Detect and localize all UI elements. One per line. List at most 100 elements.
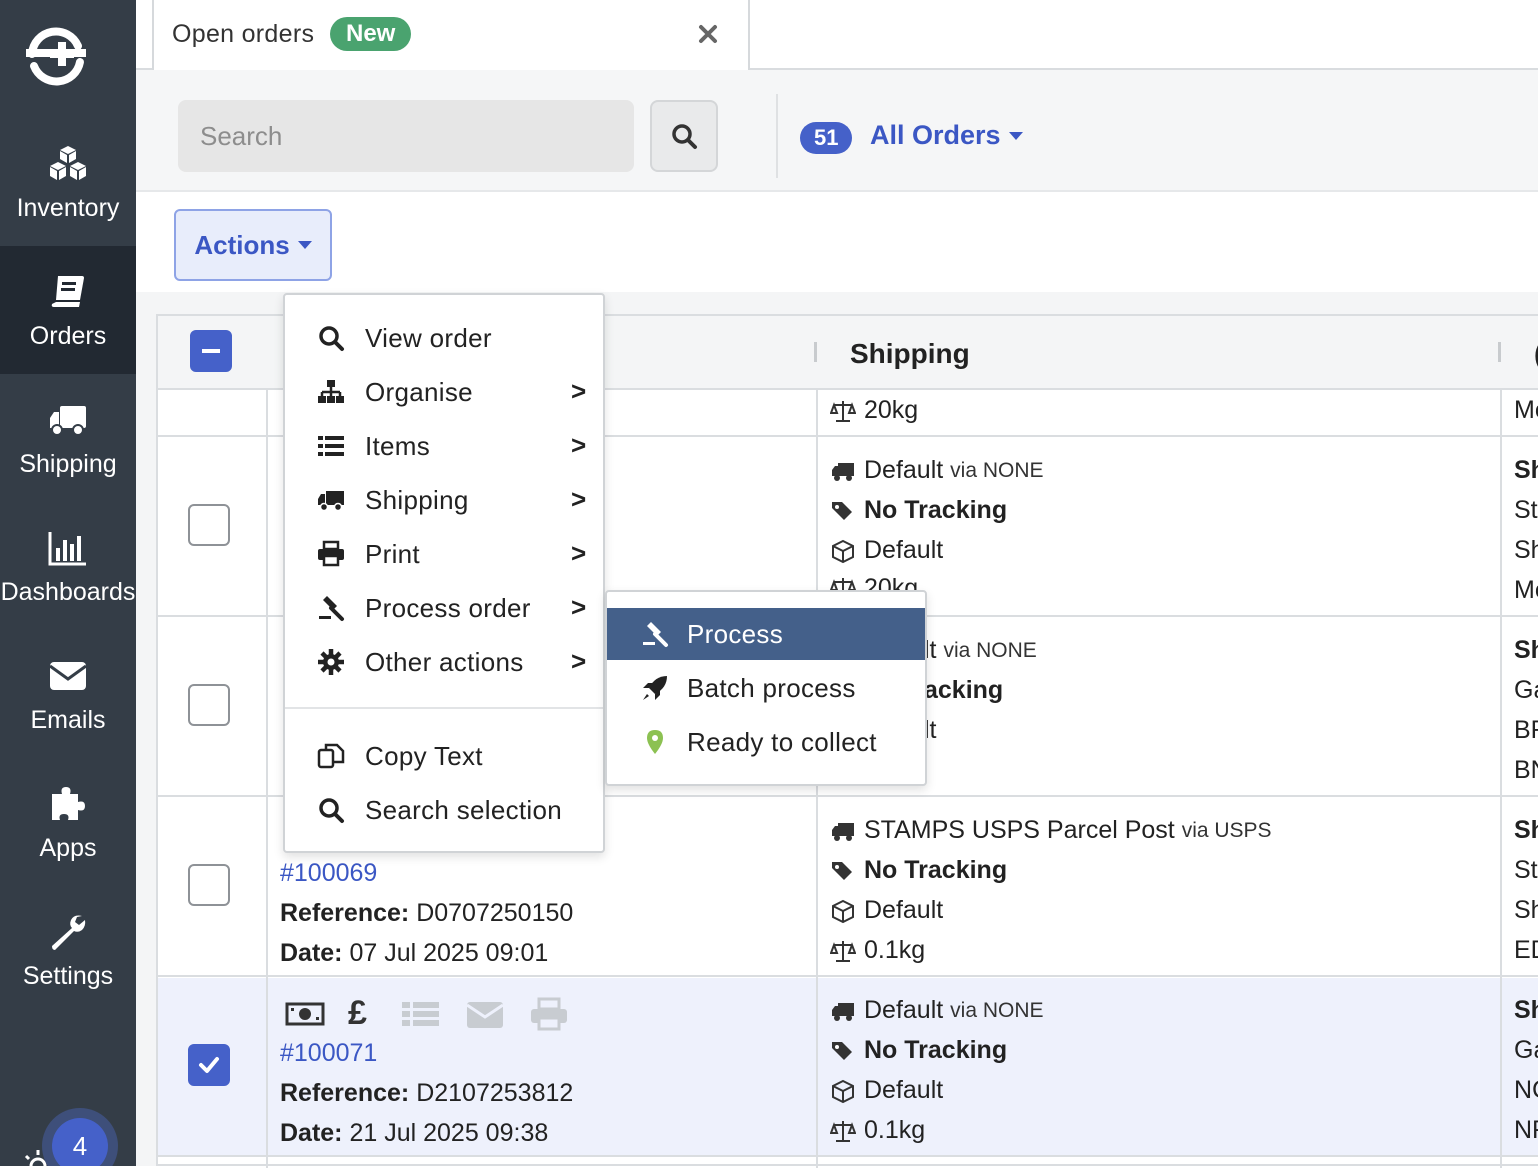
- search-input[interactable]: [178, 100, 634, 172]
- notification-count-badge[interactable]: 4: [52, 1118, 108, 1166]
- tab-bar: Open orders New: [136, 0, 1538, 70]
- printer-icon: [318, 540, 344, 567]
- gavel-icon: [643, 622, 668, 647]
- shipping-service: Default via NONE: [830, 456, 1044, 485]
- process-order-submenu: Process Batch process Ready to collect: [605, 590, 927, 786]
- tags-icon: [832, 501, 852, 520]
- tracking-status: acking: [924, 676, 1004, 704]
- sidebar-item-dashboards[interactable]: Dashboards: [0, 502, 136, 630]
- sidebar-item-label: Shipping: [19, 449, 117, 478]
- submenu-arrow: >: [571, 538, 587, 568]
- shipping-weight: 0.1kg: [830, 936, 925, 965]
- sidebar-item-apps[interactable]: Apps: [0, 758, 136, 886]
- check-icon: [199, 1057, 219, 1073]
- row-checkbox[interactable]: [188, 684, 230, 726]
- package-type: Default: [830, 536, 943, 565]
- copy-icon: [317, 743, 345, 769]
- order-status-icons: £: [284, 994, 570, 1033]
- new-badge: New: [330, 17, 412, 51]
- menu-item-shipping[interactable]: Shipping >: [285, 473, 603, 527]
- submenu-item-ready-to-collect[interactable]: Ready to collect: [607, 716, 925, 768]
- shipping-service: lt via NONE: [924, 636, 1037, 664]
- submenu-item-batch-process[interactable]: Batch process: [607, 662, 925, 714]
- list-icon[interactable]: [400, 996, 442, 1032]
- cell-text: Sh: [1514, 536, 1538, 564]
- pound-icon[interactable]: £: [348, 994, 378, 1033]
- menu-item-search-selection[interactable]: Search selection: [285, 783, 603, 837]
- toolbar: 51 All Orders: [136, 70, 1538, 192]
- sidebar-item-settings[interactable]: Settings: [0, 886, 136, 1014]
- scale-icon: [830, 1120, 856, 1142]
- column-divider: [266, 388, 268, 1168]
- menu-item-view-order[interactable]: View order: [285, 311, 603, 365]
- gavel-icon: [319, 596, 344, 621]
- cell-text: Ste: [1514, 496, 1538, 524]
- row-checkbox[interactable]: [188, 864, 230, 906]
- scale-icon: [830, 400, 856, 422]
- close-icon[interactable]: [694, 20, 722, 48]
- submenu-arrow: >: [571, 646, 587, 676]
- tags-icon: [832, 861, 852, 880]
- search-button[interactable]: [650, 100, 718, 172]
- row-checkbox[interactable]: [188, 504, 230, 546]
- row-checkbox[interactable]: [188, 1044, 230, 1086]
- cell-text: Ga: [1514, 1036, 1538, 1064]
- sidebar-item-label: Inventory: [16, 193, 120, 222]
- submenu-arrow: >: [571, 430, 587, 460]
- actions-button[interactable]: Actions: [174, 209, 332, 281]
- brand-logo-icon[interactable]: [22, 18, 90, 90]
- menu-item-other-actions[interactable]: Other actions >: [285, 635, 603, 689]
- printer-icon[interactable]: [528, 996, 570, 1032]
- tracking-status: No Tracking: [830, 1036, 1007, 1065]
- sidebar-item-orders[interactable]: Orders: [0, 246, 136, 374]
- tab-open-orders[interactable]: Open orders New: [152, 0, 750, 70]
- chevron-down-icon: [1008, 131, 1023, 140]
- cell-text: Sh: [1514, 996, 1538, 1024]
- menu-item-items[interactable]: Items >: [285, 419, 603, 473]
- all-orders-filter[interactable]: All Orders: [870, 120, 1023, 151]
- shipping-weight: 0.1kg: [830, 1116, 925, 1145]
- order-number-link[interactable]: #100069: [280, 859, 377, 888]
- sidebar: Inventory Orders Shipping Dashboards Ema…: [0, 0, 136, 1166]
- menu-item-copy-text[interactable]: Copy Text: [285, 729, 603, 783]
- sidebar-item-inventory[interactable]: Inventory: [0, 118, 136, 246]
- truck-icon: [832, 462, 854, 481]
- minus-icon: [202, 349, 220, 353]
- next-column-header[interactable]: (: [1534, 338, 1538, 370]
- cell-text: Sh: [1514, 896, 1538, 924]
- gear-icon: [318, 649, 344, 675]
- submenu-arrow: >: [571, 592, 587, 622]
- box-icon: [832, 1079, 854, 1103]
- select-all-checkbox[interactable]: [190, 330, 232, 372]
- tags-icon: [832, 1041, 852, 1060]
- money-bill-icon[interactable]: [284, 996, 326, 1032]
- cell-text: NF: [1514, 1116, 1538, 1144]
- shipping-column-header[interactable]: Shipping: [850, 338, 970, 370]
- search-icon: [319, 798, 344, 823]
- menu-divider: [285, 707, 603, 709]
- list-icon: [318, 436, 344, 456]
- cell-text: Ga: [1514, 676, 1538, 704]
- sidebar-item-emails[interactable]: Emails: [0, 630, 136, 758]
- sidebar-item-shipping[interactable]: Shipping: [0, 374, 136, 502]
- shipping-service: Default via NONE: [830, 996, 1044, 1025]
- envelope-icon[interactable]: [464, 996, 506, 1032]
- book-icon: [51, 275, 84, 307]
- actions-bar: Actions: [136, 192, 1538, 292]
- submenu-item-process[interactable]: Process: [607, 608, 925, 660]
- menu-item-print[interactable]: Print >: [285, 527, 603, 581]
- column-resize-handle[interactable]: [814, 342, 817, 362]
- row-divider: [158, 975, 1538, 977]
- shipping-weight: 20kg: [830, 396, 918, 425]
- order-number-link[interactable]: #100071: [280, 1039, 377, 1068]
- menu-item-process-order[interactable]: Process order >: [285, 581, 603, 635]
- package-type: Default: [830, 1076, 943, 1105]
- menu-item-organise[interactable]: Organise >: [285, 365, 603, 419]
- truck-icon: [832, 1002, 854, 1021]
- sidebar-item-label: Settings: [22, 961, 114, 990]
- search-icon: [672, 124, 697, 149]
- cell-text: Sh: [1514, 636, 1538, 664]
- column-resize-handle[interactable]: [1498, 342, 1501, 362]
- cell-text: BR: [1514, 716, 1538, 744]
- box-icon: [832, 899, 854, 923]
